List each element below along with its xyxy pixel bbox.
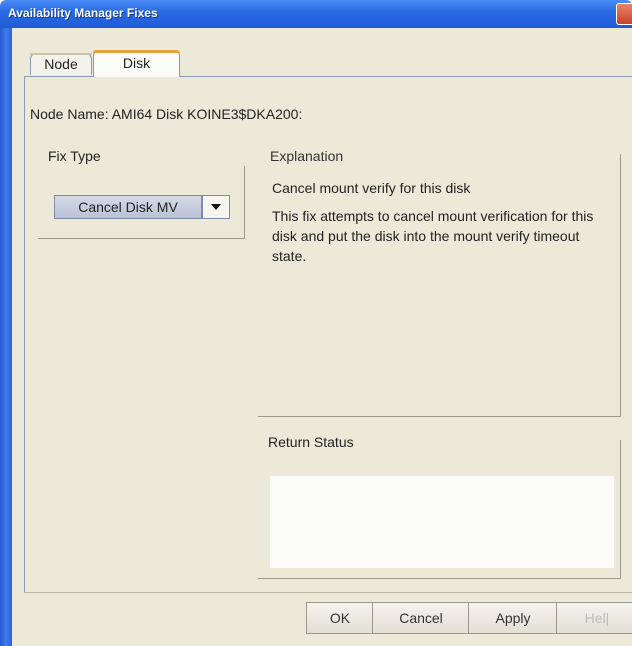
- close-icon[interactable]: [616, 3, 632, 25]
- tab-disk-label: Disk: [122, 55, 151, 71]
- return-status-text-area[interactable]: [270, 476, 614, 568]
- tab-node-label: Node: [44, 56, 78, 72]
- window-title: Availability Manager Fixes: [8, 6, 158, 20]
- fix-type-label: Fix Type: [48, 148, 101, 164]
- ok-button[interactable]: OK: [306, 602, 374, 634]
- window-frame-left: [0, 28, 12, 646]
- node-name-line: Node Name: AMI64 Disk KOINE3$DKA200:: [30, 106, 303, 122]
- tab-node[interactable]: Node: [30, 53, 92, 75]
- explanation-title: Cancel mount verify for this disk: [272, 180, 471, 196]
- fix-type-selected-value[interactable]: Cancel Disk MV: [54, 195, 202, 219]
- help-button[interactable]: Hel|: [556, 602, 632, 634]
- return-status-label: Return Status: [268, 434, 354, 450]
- explanation-label: Explanation: [270, 148, 344, 164]
- apply-button[interactable]: Apply: [468, 602, 558, 634]
- panel-divider: [24, 592, 632, 593]
- tab-disk[interactable]: Disk: [93, 50, 180, 77]
- window-titlebar[interactable]: Availability Manager Fixes: [0, 0, 632, 28]
- cancel-button[interactable]: Cancel: [372, 602, 470, 634]
- fix-type-dropdown[interactable]: Cancel Disk MV: [54, 195, 230, 219]
- explanation-body: This fix attempts to cancel mount verifi…: [272, 208, 594, 264]
- chevron-down-icon[interactable]: [202, 195, 230, 219]
